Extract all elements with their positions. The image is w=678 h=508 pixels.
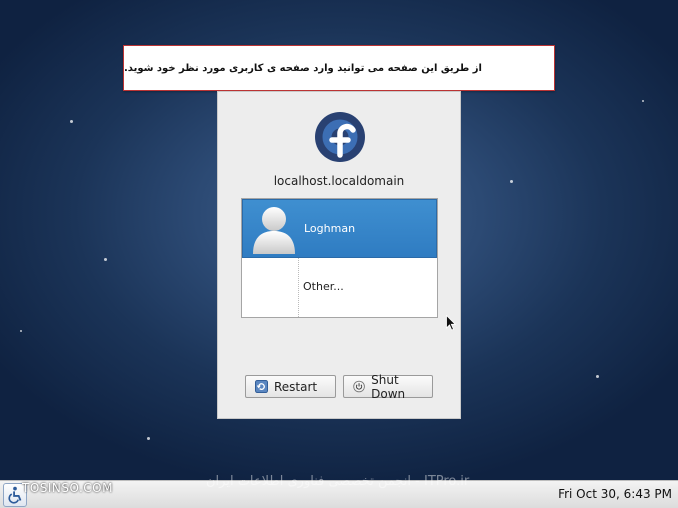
mouse-cursor-icon <box>446 315 456 331</box>
hostname-label: localhost.localdomain <box>273 174 405 188</box>
user-item-loghman[interactable]: Loghman <box>242 199 437 258</box>
user-avatar-icon <box>253 207 295 254</box>
instruction-banner: از طریق این صفحه می توانید وارد صفحه ی ک… <box>123 45 555 91</box>
login-panel: localhost.localdomain Loghman Other... R… <box>217 91 461 419</box>
background-star <box>70 120 73 123</box>
user-list: Loghman Other... <box>241 198 438 318</box>
background-star <box>147 437 150 440</box>
banner-text: از طریق این صفحه می توانید وارد صفحه ی ک… <box>124 62 482 74</box>
background-star <box>20 330 22 332</box>
clock[interactable]: Fri Oct 30, 6:43 PM <box>558 487 672 501</box>
fedora-logo <box>315 112 365 162</box>
user-name-label: Loghman <box>304 222 356 235</box>
user-item-other[interactable]: Other... <box>242 258 437 317</box>
background-star <box>596 375 599 378</box>
watermark-left: TOSINSO.COM <box>22 481 113 495</box>
user-name-label: Other... <box>303 280 344 293</box>
restart-label: Restart <box>274 379 318 394</box>
shutdown-icon <box>353 380 365 393</box>
background-star <box>642 100 644 102</box>
restart-icon <box>255 380 268 393</box>
background-star <box>104 258 107 261</box>
divider <box>298 258 299 317</box>
watermark-center: ITPro.ir - انجمن تخصصی فناوری اطلاعات ای… <box>206 474 470 489</box>
background-star <box>510 180 513 183</box>
shutdown-label: Shut Down <box>371 372 406 401</box>
restart-button[interactable]: Restart <box>245 375 336 398</box>
shutdown-button[interactable]: Shut Down <box>343 372 433 401</box>
